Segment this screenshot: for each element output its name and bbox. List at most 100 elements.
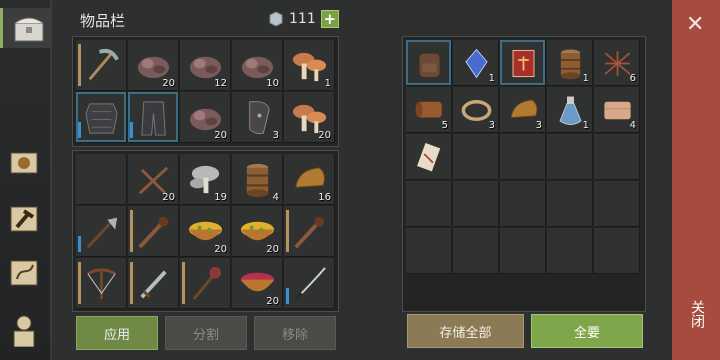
coin-counter: 111 + — [268, 10, 339, 28]
inventory-slot[interactable] — [406, 134, 452, 180]
item-count: 3 — [272, 130, 279, 141]
storage-grid: 1 1 6 5 3 3 1 4 — [406, 40, 641, 275]
inventory-slot[interactable] — [284, 206, 335, 257]
scroll-map-icon — [10, 260, 38, 286]
inventory-slot[interactable]: 12 — [180, 40, 231, 91]
inventory-slot[interactable]: 5 — [406, 87, 452, 133]
crossbow-icon — [87, 268, 116, 300]
inventory-slot[interactable] — [76, 154, 127, 205]
inventory-slot[interactable]: 1 — [284, 40, 335, 91]
inventory-slot[interactable] — [547, 134, 593, 180]
inventory-slot[interactable]: 3 — [500, 87, 546, 133]
chest-icon — [14, 17, 44, 42]
item-count: 20 — [214, 130, 227, 141]
sidebar-item-inventory[interactable] — [0, 8, 55, 48]
inventory-slot[interactable] — [547, 228, 593, 274]
mushroom-icon — [292, 52, 327, 82]
close-panel[interactable]: ✕ 关闭 — [672, 0, 720, 360]
inventory-slot[interactable]: 6 — [594, 40, 640, 86]
inventory-slot[interactable]: 20 — [232, 206, 283, 257]
page-title: 物品栏 — [80, 12, 126, 30]
close-label[interactable]: 关闭 — [687, 300, 707, 328]
inventory-slot[interactable]: 19 — [180, 154, 231, 205]
inventory-slot[interactable] — [76, 258, 127, 309]
inventory-slot[interactable]: 1 — [547, 87, 593, 133]
sword-icon — [140, 270, 167, 299]
coin-count: 111 — [289, 11, 316, 27]
item-count: 20 — [162, 192, 175, 203]
item-count: 20 — [318, 130, 331, 141]
close-icon[interactable]: ✕ — [686, 12, 704, 37]
inventory-slot[interactable] — [76, 40, 127, 91]
barrel-icon — [246, 163, 269, 198]
item-count: 4 — [272, 192, 279, 203]
inventory-slot[interactable]: 20 — [284, 92, 335, 143]
hammer-icon — [10, 206, 38, 232]
inventory-slot[interactable] — [594, 134, 640, 180]
inventory-slot[interactable]: 3 — [232, 92, 283, 143]
item-count: 1 — [324, 78, 331, 89]
inventory-slot[interactable]: 1 — [453, 40, 499, 86]
sidebar-item-skills[interactable] — [4, 142, 44, 182]
inventory-slot[interactable]: 20 — [128, 154, 179, 205]
inventory-slot[interactable] — [180, 258, 231, 309]
inventory-slot[interactable] — [76, 92, 127, 143]
inventory-slot[interactable] — [594, 181, 640, 227]
inventory-slot[interactable] — [453, 181, 499, 227]
backpack-icon — [418, 52, 441, 78]
inventory-slot[interactable] — [128, 206, 179, 257]
inventory-slot[interactable] — [128, 92, 179, 143]
sidebar-item-map[interactable] — [4, 252, 44, 292]
inventory-slot[interactable]: 16 — [284, 154, 335, 205]
item-count: 10 — [266, 78, 279, 89]
inventory-slot[interactable] — [284, 258, 335, 309]
inventory-slot[interactable] — [500, 40, 546, 86]
item-count: 1 — [582, 120, 589, 131]
coin-icon — [269, 11, 283, 27]
inventory-slot[interactable] — [500, 181, 546, 227]
item-count: 4 — [629, 120, 636, 131]
sidebar-item-crafting[interactable] — [4, 198, 44, 238]
inventory-slot[interactable]: 20 — [180, 206, 231, 257]
item-count: 6 — [629, 73, 636, 84]
inventory-slot[interactable] — [547, 181, 593, 227]
remove-button[interactable]: 移除 — [254, 316, 336, 350]
item-count: 5 — [441, 120, 448, 131]
inventory-slot[interactable] — [406, 40, 452, 86]
armor-chest-icon — [85, 103, 118, 134]
inventory-slot[interactable]: 4 — [232, 154, 283, 205]
inventory-slot[interactable]: 20 — [180, 92, 231, 143]
pickaxe-icon — [88, 48, 119, 81]
sidebar-item-character[interactable] — [4, 310, 44, 350]
inventory-slot[interactable]: 20 — [232, 258, 283, 309]
inventory-slot[interactable] — [500, 228, 546, 274]
add-coins-button[interactable]: + — [320, 10, 339, 28]
split-button[interactable]: 分割 — [165, 316, 247, 350]
inventory-slot[interactable]: 10 — [232, 40, 283, 91]
take-all-button[interactable]: 全要 — [531, 314, 643, 348]
spiked-club-icon — [294, 216, 325, 249]
item-count: 20 — [266, 244, 279, 255]
inventory-slot[interactable]: 4 — [594, 87, 640, 133]
inventory-slot[interactable] — [128, 258, 179, 309]
inventory-slot[interactable] — [453, 228, 499, 274]
store-all-button[interactable]: 存储全部 — [407, 314, 524, 348]
inventory-slot[interactable] — [594, 228, 640, 274]
halberd-icon — [86, 216, 118, 249]
inventory-slot[interactable]: 1 — [547, 40, 593, 86]
mace-icon — [192, 266, 222, 301]
apply-button[interactable]: 应用 — [76, 316, 158, 350]
inventory-slot[interactable]: 3 — [453, 87, 499, 133]
item-count: 16 — [318, 192, 331, 203]
item-count: 3 — [535, 120, 542, 131]
inventory-slot[interactable] — [500, 134, 546, 180]
item-count: 19 — [214, 192, 227, 203]
inventory-slot[interactable] — [406, 228, 452, 274]
inventory-slot[interactable] — [453, 134, 499, 180]
inventory-slot[interactable] — [406, 181, 452, 227]
sun-book-icon — [10, 152, 38, 174]
item-count: 20 — [266, 296, 279, 307]
sidebar — [0, 0, 55, 360]
inventory-slot[interactable]: 20 — [128, 40, 179, 91]
inventory-slot[interactable] — [76, 206, 127, 257]
